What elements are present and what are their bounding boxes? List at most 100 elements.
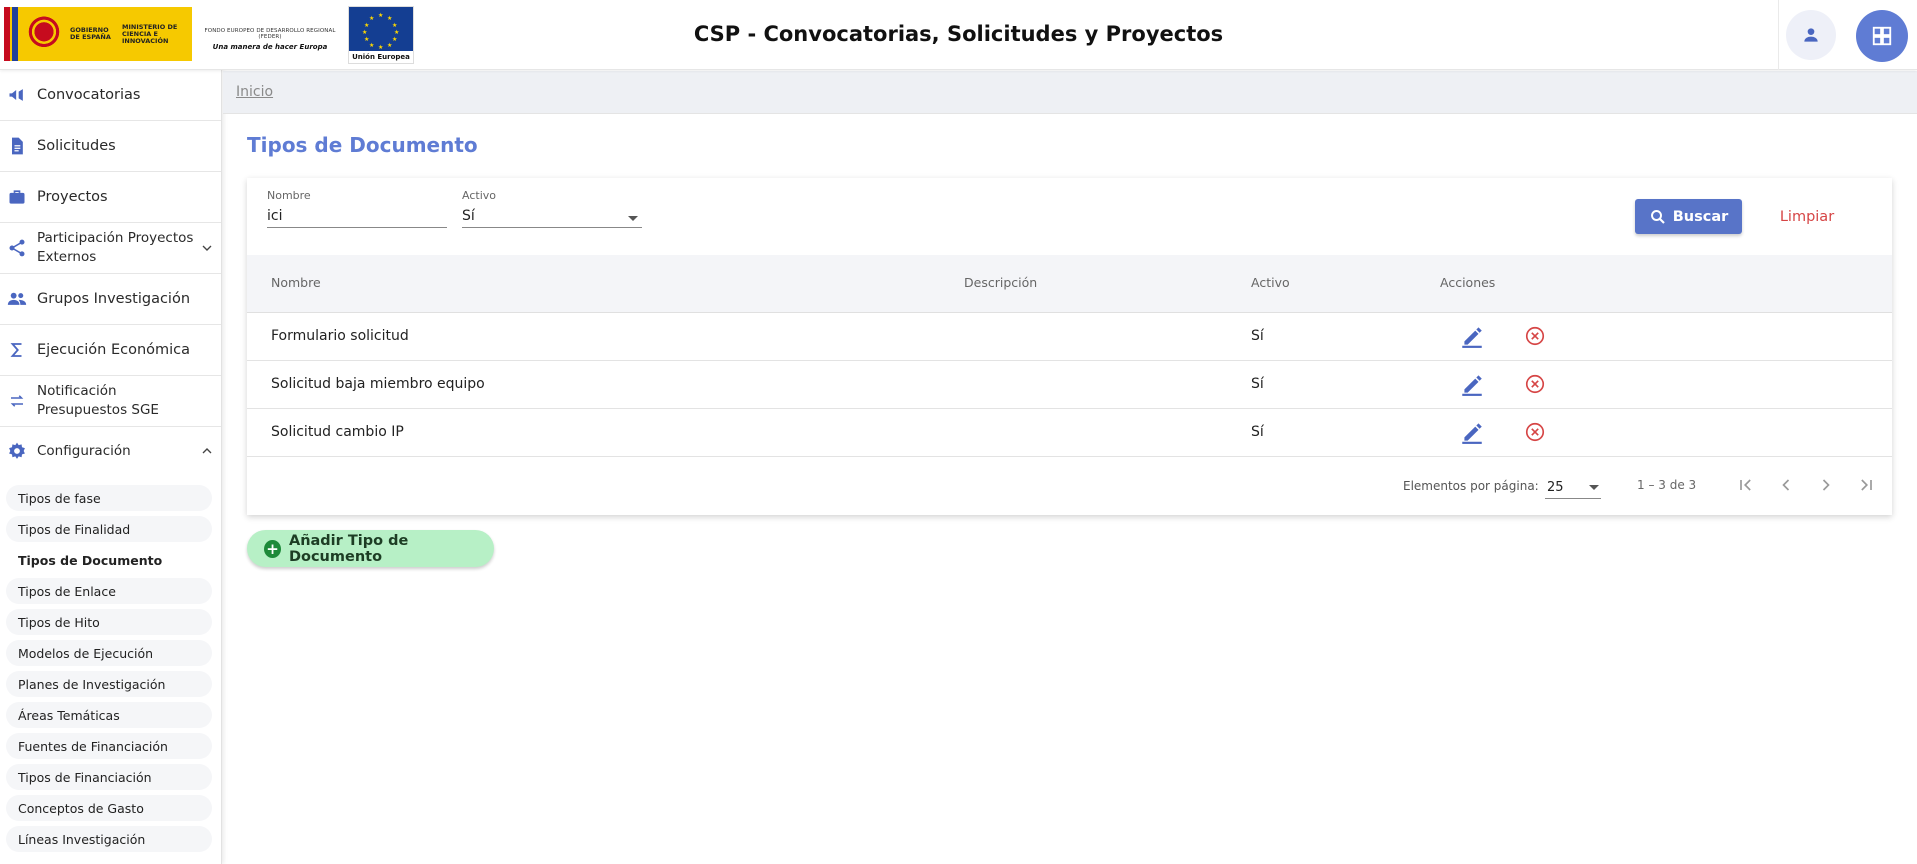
items-per-page-label: Elementos por página: — [1403, 479, 1539, 493]
sidebar-item-label: Solicitudes — [37, 137, 116, 154]
column-header-activo[interactable]: Activo — [1251, 275, 1290, 290]
table-row: Formulario solicitud Sí — [247, 313, 1892, 361]
activo-label: Activo — [462, 189, 496, 202]
cell-activo: Sí — [1251, 328, 1264, 344]
cell-activo: Sí — [1251, 424, 1264, 440]
add-button-label: Añadir Tipo de Documento — [288, 532, 409, 565]
submenu-item-tipos-financiacion[interactable]: Tipos de Financiación — [6, 764, 212, 790]
app-header: GOBIERNO DE ESPAÑA MINISTERIO DE CIENCIA… — [0, 0, 1917, 70]
edit-icon[interactable] — [1459, 419, 1485, 445]
sidebar-item-label: Participación Proyectos Externos — [37, 230, 194, 265]
items-per-page-select[interactable]: 25 — [1545, 473, 1601, 499]
sidebar-item-convocatorias[interactable]: Convocatorias — [0, 70, 221, 121]
table-row: Solicitud cambio IP Sí — [247, 409, 1892, 457]
share-icon — [6, 237, 28, 259]
table-header: Nombre Descripción Activo Acciones — [247, 255, 1892, 313]
delete-icon[interactable] — [1524, 421, 1546, 443]
header-divider — [1778, 0, 1779, 70]
next-page-button[interactable] — [1814, 473, 1838, 497]
submenu-item-areas-tematicas[interactable]: Áreas Temáticas — [6, 702, 212, 728]
first-page-button[interactable] — [1734, 473, 1758, 497]
sidebar-item-notificacion[interactable]: Notificación Presupuestos SGE — [0, 376, 221, 427]
submenu-item-planes-investigacion[interactable]: Planes de Investigación — [6, 671, 212, 697]
search-button[interactable]: Buscar — [1635, 199, 1742, 234]
sidebar-item-participacion[interactable]: Participación Proyectos Externos — [0, 223, 221, 274]
submenu-item-tipos-fase[interactable]: Tipos de fase — [6, 485, 212, 511]
sidebar-item-grupos[interactable]: Grupos Investigación — [0, 274, 221, 325]
apps-menu-button[interactable] — [1856, 10, 1908, 62]
page-title: Tipos de Documento — [247, 133, 478, 157]
activo-select[interactable]: Sí — [462, 208, 642, 228]
chevron-right-icon — [1822, 479, 1830, 491]
column-header-nombre[interactable]: Nombre — [271, 275, 321, 290]
last-page-button[interactable] — [1854, 473, 1878, 497]
ministry-label: MINISTERIO DE CIENCIA E INNOVACIÓN — [122, 22, 178, 45]
document-icon — [6, 135, 28, 157]
sigma-icon — [6, 339, 28, 361]
search-icon — [1650, 209, 1665, 224]
feder-logo: FONDO EUROPEO DE DESARROLLO REGIONAL (FE… — [200, 28, 340, 51]
sidebar-item-configuracion[interactable]: Configuración — [0, 427, 221, 475]
group-icon — [6, 288, 28, 310]
page-range-label: 1 – 3 de 3 — [1637, 478, 1697, 492]
edit-icon[interactable] — [1459, 371, 1485, 397]
gobierno-espana-logo: GOBIERNO DE ESPAÑA MINISTERIO DE CIENCIA… — [4, 7, 192, 61]
cell-nombre: Formulario solicitud — [271, 328, 409, 344]
grid-icon — [1872, 26, 1892, 46]
search-button-label: Buscar — [1672, 208, 1729, 225]
submenu-item-lineas-investigacion[interactable]: Líneas Investigación — [6, 826, 212, 852]
submenu-item-fuentes-financiacion[interactable]: Fuentes de Financiación — [6, 733, 212, 759]
breadcrumb-inicio-link[interactable]: Inicio — [236, 84, 273, 100]
person-icon — [1804, 28, 1818, 42]
nombre-filter: Nombre ici — [267, 189, 447, 228]
feder-line1: FONDO EUROPEO DE DESARROLLO REGIONAL (FE… — [204, 28, 336, 40]
spain-crest-icon — [24, 12, 64, 56]
previous-page-button[interactable] — [1774, 473, 1798, 497]
eu-logo: ★ ★ ★ ★ ★ ★ ★ ★ ★ ★ ★ ★ Unión Europea — [348, 6, 414, 64]
user-menu-button[interactable] — [1786, 10, 1836, 60]
sidebar: Convocatorias Solicitudes Proyectos Part… — [0, 70, 222, 864]
results-table: Nombre Descripción Activo Acciones Formu… — [247, 255, 1892, 513]
edit-icon[interactable] — [1459, 323, 1485, 349]
column-header-descripcion[interactable]: Descripción — [964, 275, 1037, 290]
submenu-item-tipos-finalidad[interactable]: Tipos de Finalidad — [6, 516, 212, 542]
sidebar-item-label: Convocatorias — [37, 86, 141, 103]
first-page-icon — [1740, 479, 1751, 491]
cell-nombre: Solicitud baja miembro equipo — [271, 376, 485, 392]
sidebar-item-proyectos[interactable]: Proyectos — [0, 172, 221, 223]
dropdown-arrow-icon — [1589, 485, 1599, 490]
eu-flag-icon: ★ ★ ★ ★ ★ ★ ★ ★ ★ ★ ★ ★ — [349, 7, 413, 51]
column-header-acciones: Acciones — [1440, 275, 1496, 290]
chevron-down-icon[interactable] — [199, 240, 215, 256]
megaphone-icon — [6, 84, 28, 106]
chevron-left-icon — [1782, 479, 1790, 491]
eu-label: Unión Europea — [352, 53, 410, 61]
sidebar-item-solicitudes[interactable]: Solicitudes — [0, 121, 221, 172]
dropdown-arrow-icon — [628, 216, 638, 221]
paginator: Elementos por página: 25 1 – 3 de 3 — [247, 457, 1892, 513]
table-row: Solicitud baja miembro equipo Sí — [247, 361, 1892, 409]
breadcrumb: Inicio — [223, 71, 1917, 114]
sidebar-item-label: Ejecución Económica — [37, 341, 191, 358]
submenu-item-conceptos-gasto[interactable]: Conceptos de Gasto — [6, 795, 212, 821]
sidebar-item-label: Grupos Investigación — [37, 290, 191, 307]
submenu-item-tipos-documento[interactable]: Tipos de Documento — [6, 547, 212, 573]
last-page-icon — [1861, 479, 1872, 491]
add-tipo-documento-button[interactable]: + Añadir Tipo de Documento — [247, 530, 494, 567]
submenu-item-tipos-hito[interactable]: Tipos de Hito — [6, 609, 212, 635]
gear-icon — [6, 440, 28, 462]
feder-line2: Una manera de hacer Europa — [212, 43, 328, 51]
nombre-input[interactable]: ici — [267, 208, 447, 228]
submenu-item-modelos-ejecucion[interactable]: Modelos de Ejecución — [6, 640, 212, 666]
submenu-item-tipos-enlace[interactable]: Tipos de Enlace — [6, 578, 212, 604]
sidebar-item-label: Configuración — [37, 442, 131, 459]
sidebar-item-ejecucion[interactable]: Ejecución Económica — [0, 325, 221, 376]
delete-icon[interactable] — [1524, 373, 1546, 395]
nombre-label: Nombre — [267, 189, 311, 202]
sidebar-item-label: Proyectos — [37, 188, 108, 205]
clear-button[interactable]: Limpiar — [1767, 199, 1847, 234]
chevron-up-icon[interactable] — [199, 443, 215, 459]
cell-nombre: Solicitud cambio IP — [271, 424, 404, 440]
flag-red-stripe — [4, 7, 10, 61]
delete-icon[interactable] — [1524, 325, 1546, 347]
